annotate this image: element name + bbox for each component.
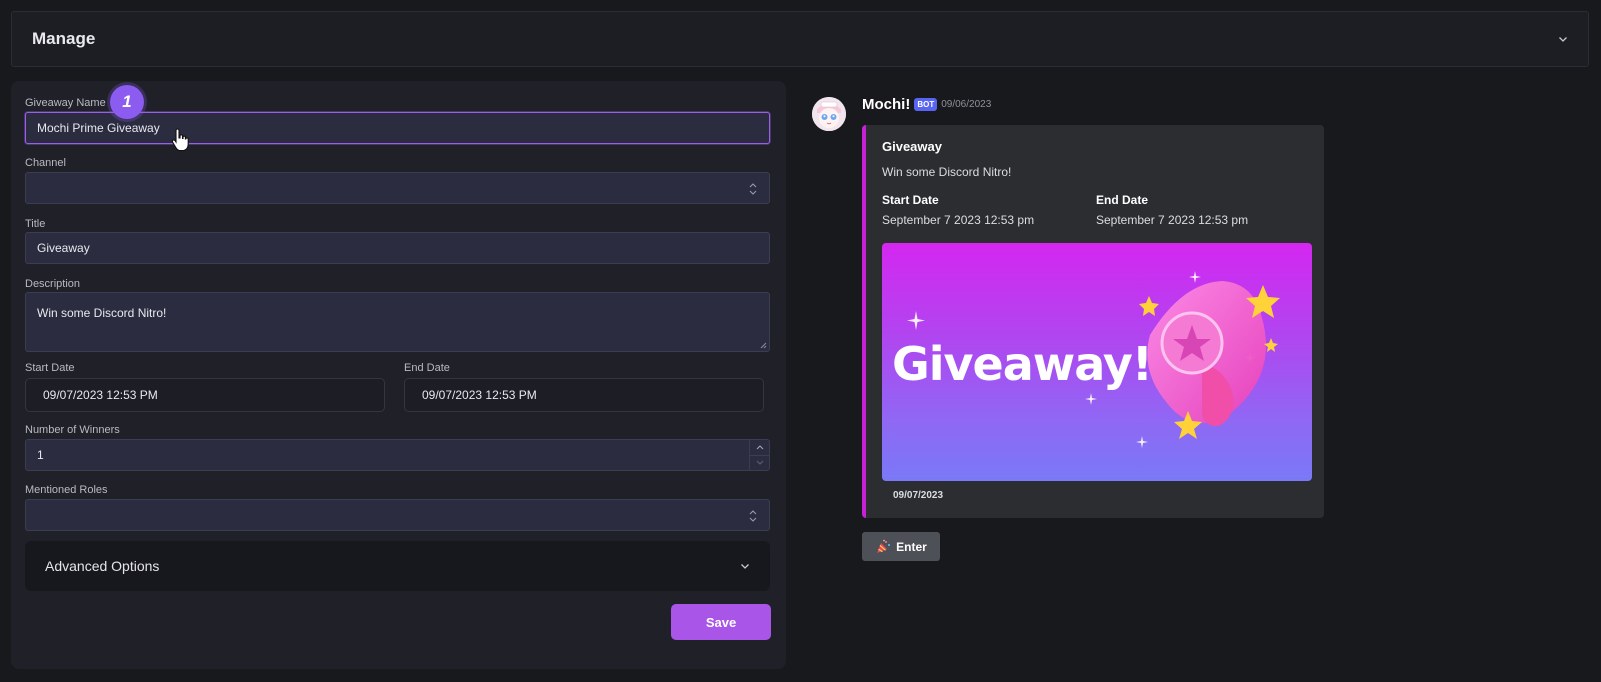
description-label: Description bbox=[25, 278, 81, 290]
decrement-button[interactable] bbox=[750, 456, 769, 471]
giveaway-name-label: Giveaway Name bbox=[25, 97, 106, 109]
number-stepper bbox=[749, 440, 769, 470]
embed-field-name: Start Date bbox=[882, 193, 939, 207]
embed-field-name: End Date bbox=[1096, 193, 1149, 207]
select-arrows-icon bbox=[749, 183, 757, 195]
increment-button[interactable] bbox=[750, 440, 769, 456]
message-timestamp: 09/06/2023 bbox=[941, 99, 992, 110]
embed-giveaway-image[interactable]: Giveaway! bbox=[882, 243, 1312, 481]
embed-field-value: September 7 2023 12:53 pm bbox=[1096, 213, 1249, 227]
mentioned-roles-select[interactable] bbox=[25, 499, 770, 531]
embed-description: Win some Discord Nitro! bbox=[882, 165, 1012, 179]
channel-select[interactable] bbox=[25, 172, 770, 204]
winners-value: 1 bbox=[37, 448, 44, 462]
giveaway-name-value: Mochi Prime Giveaway bbox=[37, 121, 160, 135]
embed-title: Giveaway bbox=[882, 139, 942, 154]
winners-label: Number of Winners bbox=[25, 424, 120, 436]
bot-tag: BOT bbox=[914, 98, 938, 111]
chevron-down-icon bbox=[756, 460, 763, 465]
step-number-badge: 1 bbox=[110, 85, 144, 119]
giveaway-embed: Giveaway Win some Discord Nitro! Start D… bbox=[862, 125, 1324, 518]
embed-footer: 09/07/2023 bbox=[893, 490, 944, 501]
mentioned-roles-label: Mentioned Roles bbox=[25, 484, 108, 496]
advanced-options-label: Advanced Options bbox=[45, 558, 160, 574]
end-date-input[interactable]: 09/07/2023 12:53 PM bbox=[404, 378, 764, 412]
description-value: Win some Discord Nitro! bbox=[37, 306, 167, 320]
start-date-value: 09/07/2023 12:53 PM bbox=[43, 388, 158, 402]
chevron-down-icon bbox=[1559, 37, 1567, 42]
message-header: Mochi! BOT 09/06/2023 bbox=[862, 96, 991, 113]
image-headline: Giveaway! bbox=[892, 337, 1153, 391]
end-date-value: 09/07/2023 12:53 PM bbox=[422, 388, 537, 402]
giveaway-form: Giveaway Name Mochi Prime Giveaway Chann… bbox=[11, 81, 786, 669]
bot-avatar[interactable] bbox=[812, 97, 846, 131]
party-popper-icon bbox=[877, 539, 891, 553]
giveaway-name-input[interactable]: Mochi Prime Giveaway bbox=[25, 112, 770, 144]
author-name[interactable]: Mochi! bbox=[862, 96, 910, 113]
mochi-avatar-icon bbox=[812, 97, 846, 131]
chevron-up-icon bbox=[756, 445, 763, 450]
manage-section-header[interactable]: Manage bbox=[11, 11, 1589, 67]
title-label: Title bbox=[25, 218, 46, 230]
enter-button-label: Enter bbox=[896, 539, 927, 554]
end-date-label: End Date bbox=[404, 362, 450, 374]
embed-field-value: September 7 2023 12:53 pm bbox=[882, 213, 1035, 227]
enter-giveaway-button[interactable]: Enter bbox=[862, 532, 940, 561]
title-input[interactable]: Giveaway bbox=[25, 232, 770, 264]
select-arrows-icon bbox=[749, 510, 757, 522]
title-value: Giveaway bbox=[37, 241, 90, 255]
winners-number-input[interactable]: 1 bbox=[25, 439, 770, 471]
save-button[interactable]: Save bbox=[671, 604, 771, 640]
chevron-down-icon bbox=[741, 564, 749, 569]
hand-pointer-cursor-icon bbox=[171, 128, 189, 152]
channel-label: Channel bbox=[25, 157, 66, 169]
advanced-options-toggle[interactable]: Advanced Options bbox=[25, 541, 770, 591]
description-textarea[interactable]: Win some Discord Nitro! bbox=[25, 292, 770, 352]
start-date-input[interactable]: 09/07/2023 12:53 PM bbox=[25, 378, 385, 412]
manage-title: Manage bbox=[32, 29, 96, 48]
start-date-label: Start Date bbox=[25, 362, 75, 374]
resize-handle-icon[interactable] bbox=[759, 341, 767, 349]
